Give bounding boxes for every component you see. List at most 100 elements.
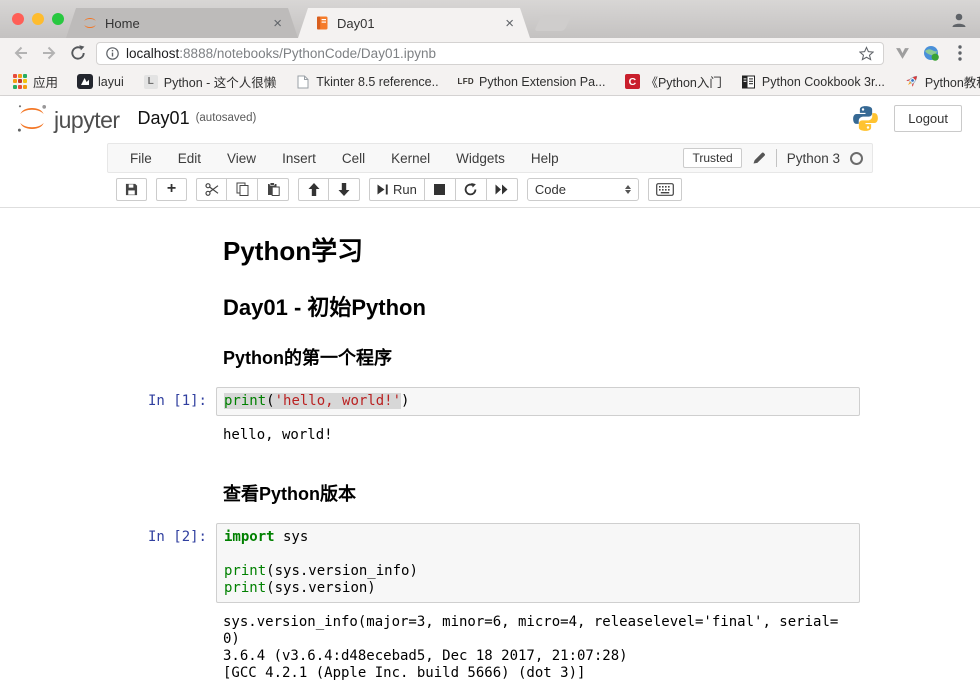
pencil-icon[interactable]	[752, 151, 766, 165]
arrow-up-icon	[308, 183, 320, 196]
code-cell-1: In [1]: print('hello, world!')	[115, 382, 865, 421]
apps-grid-icon	[12, 74, 28, 90]
minimize-window-button[interactable]	[32, 13, 44, 25]
bookmark-python-cookbook[interactable]: Python Cookbook 3r...	[741, 74, 885, 90]
url-text: localhost:8888/notebooks/PythonCode/Day0…	[126, 46, 436, 61]
reload-icon[interactable]	[67, 42, 89, 64]
bookmarks-bar: 应用 layui L Python - 这个人很懒 Tkinter 8.5 re…	[0, 68, 980, 96]
output-cell-1: hello, world!	[115, 421, 865, 454]
copy-icon	[236, 182, 249, 196]
red-c-favicon-icon: C	[624, 74, 640, 90]
bookmark-python-extension[interactable]: LFD Python Extension Pa...	[458, 75, 606, 89]
command-palette-button[interactable]	[648, 178, 682, 201]
chrome-menu-icon[interactable]	[949, 42, 971, 64]
heading-check-version: 查看Python版本	[223, 480, 860, 506]
menu-kernel[interactable]: Kernel	[378, 151, 443, 166]
markdown-cell-h2[interactable]: Day01 - 初始Python	[115, 280, 865, 334]
run-cell-button[interactable]: Run	[369, 178, 425, 201]
move-cell-down-button[interactable]	[329, 178, 360, 201]
menu-widgets[interactable]: Widgets	[443, 151, 518, 166]
url-path: :8888/notebooks/PythonCode/Day01.ipynb	[179, 46, 436, 61]
new-tab-button[interactable]	[534, 15, 572, 31]
output-text: hello, world!	[216, 421, 860, 448]
keyboard-icon	[656, 183, 674, 196]
tab-home[interactable]: Home ×	[66, 8, 298, 38]
bookmark-label: 应用	[33, 72, 58, 91]
markdown-cell-h1[interactable]: Python学习	[115, 221, 865, 280]
menu-file[interactable]: File	[117, 151, 165, 166]
paste-icon	[267, 182, 280, 196]
close-tab-icon[interactable]: ×	[273, 16, 282, 31]
heading-first-program: Python的第一个程序	[223, 344, 860, 370]
menu-help[interactable]: Help	[518, 151, 572, 166]
restart-kernel-button[interactable]	[456, 178, 487, 201]
autosave-status: (autosaved)	[196, 112, 257, 124]
layui-favicon-icon	[77, 74, 93, 90]
menu-edit[interactable]: Edit	[165, 151, 214, 166]
input-prompt: In [2]:	[120, 523, 216, 603]
code-cell-2: In [2]: import sys print(sys.version_inf…	[115, 518, 865, 608]
restart-run-all-button[interactable]	[487, 178, 518, 201]
move-cell-up-button[interactable]	[298, 178, 329, 201]
forward-icon[interactable]	[38, 42, 60, 64]
kernel-idle-indicator	[850, 152, 863, 165]
notebook-title[interactable]: Day01	[138, 108, 190, 129]
output-text: sys.version_info(major=3, minor=6, micro…	[216, 608, 860, 684]
bookmark-layui[interactable]: layui	[77, 74, 124, 90]
jupyter-favicon-icon	[82, 15, 98, 31]
window-controls	[12, 13, 64, 25]
extension-v-icon[interactable]	[891, 42, 913, 64]
tab-day01[interactable]: Day01 ×	[298, 8, 530, 38]
cell-type-select[interactable]: Code	[527, 178, 639, 201]
interrupt-kernel-button[interactable]	[425, 178, 456, 201]
save-button[interactable]	[116, 178, 147, 201]
bookmark-python-intro[interactable]: C 《Python入门	[624, 72, 721, 91]
plus-icon: +	[167, 181, 176, 197]
extension-globe-icon[interactable]	[920, 42, 942, 64]
bookmark-python-tutorial[interactable]: Python教程	[904, 72, 980, 91]
cell-prompt	[120, 342, 216, 374]
jupyter-wordmark: jupyter	[54, 109, 120, 134]
zoom-window-button[interactable]	[52, 13, 64, 25]
cell-prompt	[120, 478, 216, 510]
page-info-icon[interactable]	[106, 47, 119, 60]
python-logo-icon	[852, 105, 879, 132]
bookmark-label: Tkinter 8.5 reference..	[316, 75, 438, 89]
menu-view[interactable]: View	[214, 151, 269, 166]
paste-cell-button[interactable]	[258, 178, 289, 201]
menu-insert[interactable]: Insert	[269, 151, 329, 166]
code-input[interactable]: import sys print(sys.version_info)print(…	[216, 523, 860, 603]
logout-button[interactable]: Logout	[894, 105, 962, 132]
back-icon[interactable]	[9, 42, 31, 64]
url-host: localhost	[126, 46, 179, 61]
cell-prompt	[120, 288, 216, 326]
lfd-favicon-icon: LFD	[458, 77, 474, 86]
jupyter-logo[interactable]: jupyter	[14, 103, 120, 134]
bookmark-star-icon[interactable]	[859, 46, 874, 61]
add-cell-button[interactable]: +	[156, 178, 187, 201]
scissors-icon	[205, 183, 219, 196]
close-tab-icon[interactable]: ×	[505, 16, 514, 31]
tab-title: Day01	[337, 16, 498, 31]
heading-day01: Day01 - 初始Python	[223, 290, 860, 322]
bookmark-tkinter-reference[interactable]: Tkinter 8.5 reference..	[295, 74, 438, 90]
heading-python-study: Python学习	[223, 231, 860, 268]
markdown-cell-h3-first-program[interactable]: Python的第一个程序	[115, 334, 865, 382]
menu-cell[interactable]: Cell	[329, 151, 378, 166]
copy-cell-button[interactable]	[227, 178, 258, 201]
bookmark-apps[interactable]: 应用	[12, 72, 58, 91]
bookmark-label: Python - 这个人很懒	[164, 72, 277, 91]
url-bar[interactable]: localhost:8888/notebooks/PythonCode/Day0…	[96, 42, 884, 65]
jupyter-logo-icon	[14, 103, 50, 134]
output-prompt	[120, 608, 216, 684]
bookmark-label: layui	[98, 75, 124, 89]
code-input[interactable]: print('hello, world!')	[216, 387, 860, 416]
restart-icon	[464, 183, 477, 196]
trusted-button[interactable]: Trusted	[683, 148, 741, 168]
markdown-cell-h3-version[interactable]: 查看Python版本	[115, 470, 865, 518]
close-window-button[interactable]	[12, 13, 24, 25]
profile-icon[interactable]	[950, 11, 968, 29]
bookmark-python-blog[interactable]: L Python - 这个人很懒	[143, 72, 277, 91]
cut-cell-button[interactable]	[196, 178, 227, 201]
notebook-menu-bar: File Edit View Insert Cell Kernel Widget…	[107, 143, 873, 173]
